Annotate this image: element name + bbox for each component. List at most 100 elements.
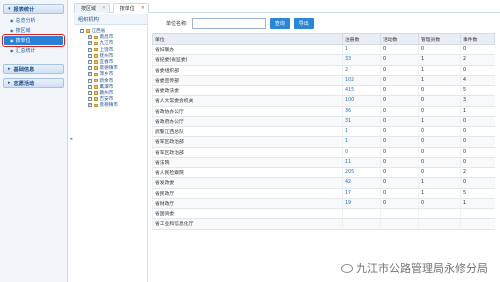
sidebar-item-summary[interactable]: ◉ 汇总统计 [4,46,63,55]
column-header[interactable]: 单位 [152,33,343,45]
tab-bar: 按区域 ✕ 按单位 ✕ [74,3,500,13]
table-row[interactable]: 省军区政治部 0 0 0 0 [152,147,495,158]
close-icon[interactable]: ✕ [141,6,145,11]
count-cell [380,218,419,230]
expand-icon[interactable]: + [88,97,92,102]
count-cell [460,208,495,220]
expand-icon[interactable]: + [88,72,92,77]
tab-by-unit[interactable]: 按单位 ✕ [112,3,149,13]
bullet-icon: ◉ [10,18,14,23]
count-cell[interactable]: 1 [342,136,381,148]
table-row[interactable]: 省法院 11 0 0 0 [152,157,495,169]
count-cell: 1 [418,188,461,199]
sidebar-item-by-unit[interactable]: ◉ 按单位 [2,34,65,47]
table-row[interactable]: 省发改委 42 0 1 0 [152,177,495,189]
column-header[interactable]: 活动数 [380,33,419,45]
expand-icon[interactable]: + [88,84,92,89]
table-row[interactable]: 省国资委 [152,208,495,220]
expand-icon[interactable]: + [88,60,92,65]
sidebar-item-label: 总览分析 [15,18,36,24]
column-header[interactable]: 管理员数 [418,33,461,45]
table-row[interactable]: 省妇联办 1 0 0 0 [152,44,495,56]
count-cell[interactable]: 205 [342,167,381,179]
folder-icon [93,47,98,52]
expand-icon[interactable]: + [88,47,92,52]
count-cell[interactable]: 100 [342,95,381,107]
count-cell[interactable]: 102 [342,75,381,87]
count-cell: 0 [380,157,419,169]
unit-name-input[interactable] [191,18,266,29]
count-cell[interactable]: 31 [342,116,381,128]
table-row[interactable]: 省民政厅 17 0 1 5 [152,188,495,199]
sidebar-item-label: 按单位 [15,38,31,44]
folder-icon [93,41,98,46]
count-cell[interactable]: 415 [342,85,381,97]
section-header-basic-info[interactable]: ▸ 基础信息 [3,64,64,74]
search-button[interactable]: 查询 [269,18,290,29]
expand-icon[interactable]: + [88,53,92,58]
count-cell: 0 [380,147,419,158]
count-cell[interactable]: 1 [342,126,381,138]
sidebar-item-by-region[interactable]: ◉ 按区域 [4,26,63,35]
expand-icon[interactable]: + [88,35,92,40]
table-row[interactable]: 省纪委(省监委) 33 0 1 2 [152,54,495,66]
table-row[interactable]: 省工业和信息化厅 [152,218,495,230]
export-button[interactable]: 导出 [293,18,314,29]
count-cell: 0 [418,136,461,148]
table-row[interactable]: 省委政法委 415 0 0 5 [152,85,495,97]
section-header-reports[interactable]: ▾ 报表统计 [3,4,64,14]
close-icon[interactable]: ✕ [102,6,106,11]
table-row[interactable]: 省人大常委会机关 100 0 0 3 [152,95,495,107]
collapse-icon[interactable]: − [80,29,84,34]
count-cell[interactable]: 42 [342,177,381,189]
count-cell: 0 [380,85,419,97]
section-header-volunteer[interactable]: ▸ 志愿活动 [3,78,64,88]
unit-name-cell: 省委组织部 [152,65,343,76]
count-cell [460,218,495,230]
count-cell[interactable] [342,218,381,230]
count-cell[interactable]: 1 [342,44,381,56]
count-cell[interactable]: 33 [342,54,381,66]
count-cell[interactable]: 19 [342,198,381,210]
chevron-down-icon: ▾ [8,6,11,12]
tab-by-region[interactable]: 按区域 ✕ [74,3,110,13]
count-cell: 0 [380,198,419,210]
section-title: 志愿活动 [13,80,35,87]
table-row[interactable]: 省委组织部 2 0 1 0 [152,65,495,76]
table-row[interactable]: 省军区政治部 1 0 0 0 [152,136,495,148]
count-cell[interactable]: 0 [342,147,381,158]
sidebar: ▾ 报表统计 ◉ 总览分析 ◉ 按区域 ◉ 按单位 ◉ 汇总统计 ▸ 基础信息 … [0,0,68,282]
count-cell: 0 [418,157,461,169]
count-cell[interactable] [342,208,381,220]
expand-icon[interactable]: + [88,103,92,108]
column-header[interactable]: 注册数 [342,33,381,45]
count-cell: 0 [380,54,419,66]
expand-icon[interactable]: + [88,41,92,46]
expand-icon[interactable]: + [88,90,92,95]
count-cell: 0 [418,167,461,179]
unit-name-cell: 省人大常委会机关 [152,95,343,107]
tree-node-label: 宜春市 [99,60,114,66]
sidebar-item-label: 汇总统计 [15,48,36,54]
table-row[interactable]: 武警江西总队 1 0 0 0 [152,126,495,138]
table-row[interactable]: 省政府办公厅 31 0 1 0 [152,116,495,128]
count-cell: 0 [460,126,495,138]
tree-node-label: 南昌市 [99,35,114,41]
expand-icon[interactable]: + [88,78,92,83]
org-tree-panel: 组织机构 − 江西省 + 南昌市 + 九江市 + 上饶市 + 抚州市 + 宜春市 + 景德镇市 + 萍乡市… [74,14,148,282]
table-row[interactable]: 省人民检察院 205 0 0 2 [152,167,495,179]
table-row[interactable]: 省财政厅 19 0 0 1 [152,198,495,210]
count-cell[interactable]: 36 [342,106,381,117]
count-cell[interactable]: 2 [342,65,381,76]
column-header[interactable]: 事件数 [460,33,495,45]
folder-icon [93,72,98,77]
table-row[interactable]: 省政协办公厅 36 0 0 1 [152,106,495,117]
tree-node[interactable]: + 景德镇市 [80,102,147,108]
folder-icon [93,91,98,95]
count-cell[interactable]: 17 [342,188,381,199]
table-row[interactable]: 省委宣传部 102 0 1 4 [152,75,495,87]
count-cell[interactable]: 11 [342,157,381,169]
expand-icon[interactable]: + [88,66,92,71]
tab-label: 按单位 [119,6,135,12]
sidebar-item-overview[interactable]: ◉ 总览分析 [4,16,63,25]
